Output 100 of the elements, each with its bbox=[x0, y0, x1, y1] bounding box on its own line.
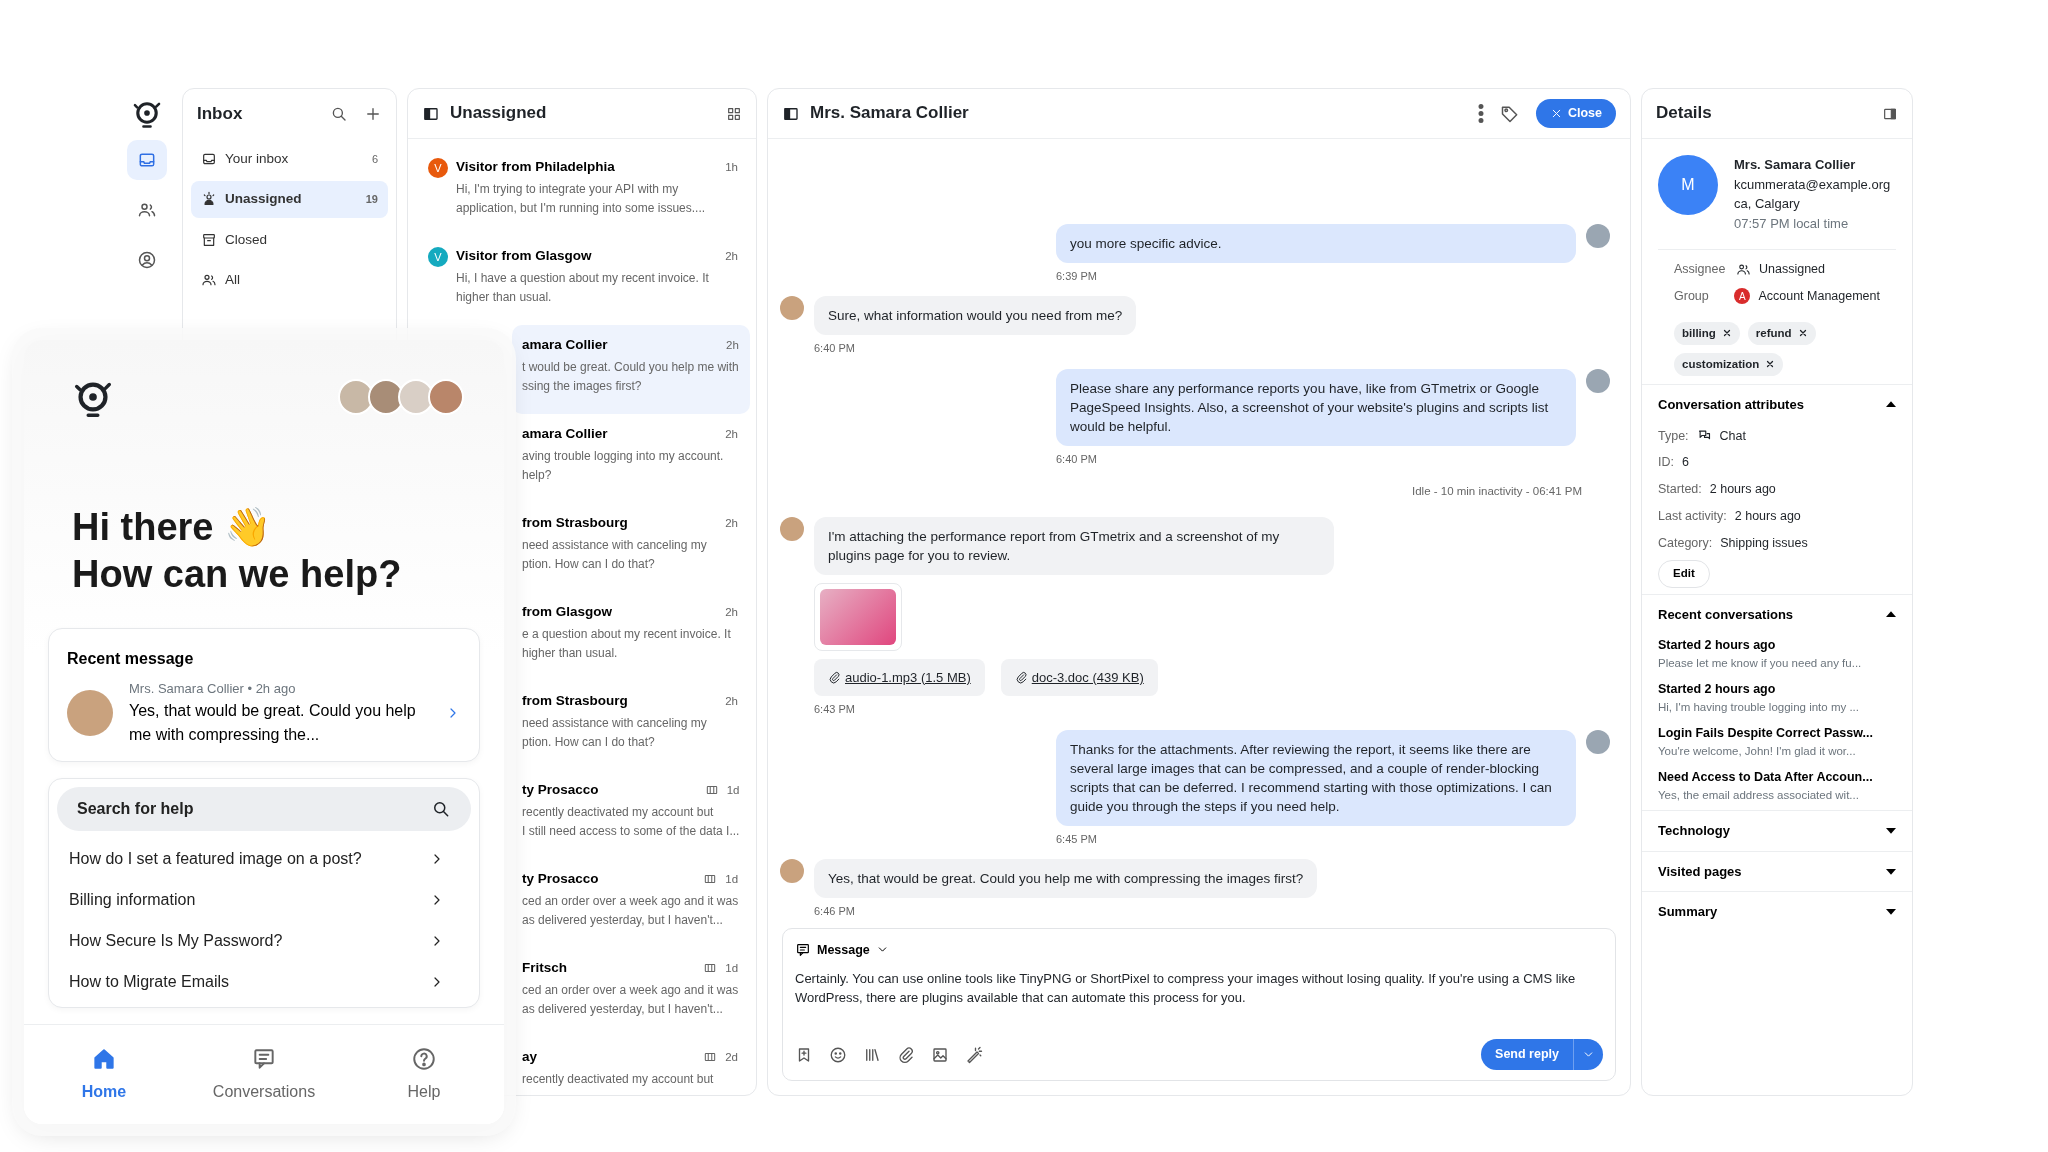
conversation-item[interactable]: V Visitor from Glasgow 2h Hi, I have a question about my recent invoice. It higher than usual. bbox=[414, 236, 750, 325]
conversation-time: 2d bbox=[725, 1049, 738, 1065]
send-options-button[interactable] bbox=[1573, 1039, 1603, 1070]
help-heading: How can we help? bbox=[72, 552, 403, 597]
attribute-label: Last activity: bbox=[1658, 507, 1727, 525]
section-header[interactable]: Visited pages bbox=[1658, 857, 1896, 885]
conversation-item[interactable]: amara Collier 2h t would be great. Could you help me with ssing the images first? bbox=[512, 325, 750, 414]
message-mode-dropdown[interactable]: Message bbox=[795, 938, 889, 962]
message-preview: Hi, I'm trying to integrate your API with my application, but I'm running into some issues.... bbox=[456, 181, 707, 218]
conversation-title: Mrs. Samara Collier bbox=[810, 103, 969, 124]
conversation-item[interactable]: amara Collier 2h aving trouble logging into my account. help? bbox=[512, 414, 750, 503]
chat-icon bbox=[795, 941, 811, 958]
recent-message-card[interactable]: Recent message Mrs. Samara Collier • 2h ago Yes, that would be great. Could you help me with compressing the... bbox=[48, 628, 480, 762]
status-note: Idle - 10 min inactivity - 06:41 PM bbox=[1412, 484, 1582, 500]
message-time: 6:40 PM bbox=[814, 341, 856, 357]
inbox-folder[interactable]: Closed bbox=[191, 221, 388, 258]
send-reply-button[interactable]: Send reply bbox=[1481, 1039, 1573, 1070]
section-header[interactable]: Recent conversations bbox=[1658, 600, 1896, 628]
customer-avatar bbox=[780, 296, 804, 321]
conversation-item[interactable]: ay 2d recently deactivated my account but bbox=[512, 1037, 750, 1095]
contact-avatar: M bbox=[1658, 155, 1718, 215]
widget-tab[interactable]: Home bbox=[24, 1025, 184, 1124]
add-button[interactable] bbox=[364, 105, 382, 123]
tag-chip[interactable]: customization bbox=[1674, 352, 1784, 376]
recent-conversation[interactable]: Started 2 hours ago Please let me know if you need any fu... bbox=[1658, 636, 1896, 672]
conversation-item[interactable]: ty Prosacco 1d ced an order over a week ago and it was as delivered yesterday, but I haven't... bbox=[512, 859, 750, 948]
conversation-item[interactable]: V Visitor from Philadelphia 1h Hi, I'm trying to integrate your API with my application, but I'm running into some issues.... bbox=[414, 147, 750, 236]
contact-name: Mrs. Samara Collier bbox=[1734, 156, 1857, 174]
more-icon bbox=[1477, 104, 1484, 123]
message-preview: need assistance with canceling my ption. How can I do that? bbox=[522, 715, 708, 752]
attribute-value: Shipping issues bbox=[1720, 534, 1808, 552]
recent-conversation[interactable]: Need Access to Data After Accoun... Yes, the email address associated wit... bbox=[1658, 768, 1896, 804]
tag-chip[interactable]: billing bbox=[1674, 321, 1740, 345]
message-preview: t would be great. Could you help me with ssing the images first? bbox=[522, 359, 739, 396]
conversation-item[interactable]: from Strasbourg 2h need assistance with canceling my ption. How can I do that? bbox=[512, 681, 750, 770]
tag-chip[interactable]: refund bbox=[1747, 321, 1816, 345]
conversation-title: Fritsch bbox=[522, 959, 567, 977]
customer-avatar bbox=[780, 516, 804, 541]
help-icon bbox=[411, 1045, 437, 1072]
image-attachment[interactable] bbox=[814, 582, 902, 651]
conversation-title: amara Collier bbox=[522, 425, 608, 443]
panel-title: Details bbox=[1656, 103, 1712, 124]
conversation-item[interactable]: Fritsch 1d ced an order over a week ago and it was as delivered yesterday, but I haven't... bbox=[512, 948, 750, 1037]
layout-button[interactable] bbox=[726, 105, 742, 122]
message-time: 6:39 PM bbox=[1056, 268, 1098, 284]
message-bubble: Please share any performance reports you have, like from GTmetrix or Google PageSpeed Insights. Also, a screenshot of your website's plugins and scripts list would be helpful. bbox=[1056, 368, 1576, 446]
conversation-title: from Strasbourg bbox=[522, 692, 628, 710]
recent-conversation[interactable]: Started 2 hours ago Hi, I'm having trouble logging into my ... bbox=[1658, 680, 1896, 716]
help-article-link[interactable]: How to Migrate Emails bbox=[57, 961, 471, 1003]
help-article-link[interactable]: How do I set a featured image on a post? bbox=[57, 838, 471, 880]
conversation-title: ay bbox=[522, 1048, 538, 1066]
attach-icon[interactable] bbox=[897, 1045, 915, 1064]
archive-icon bbox=[201, 231, 217, 248]
reply-field[interactable]: Certainly. You can use online tools like TinyPNG or ShortPixel to compress your images without losing quality. If you're using a CMS like WordPress, there are plugins available that can automate this process for you. bbox=[795, 969, 1603, 1010]
message-preview: ced an order over a week ago and it was as delivered yesterday, but I haven't... bbox=[522, 982, 739, 1019]
plus-icon bbox=[364, 105, 382, 123]
people-icon bbox=[1736, 261, 1751, 277]
file-attachment[interactable]: audio-1.mp3 (1.5 MB) bbox=[814, 658, 985, 696]
message-bubble: I'm attaching the performance report from GTmetrix and a screenshot of my plugins page for you to review. bbox=[814, 516, 1334, 575]
conversation-time: 1d bbox=[725, 960, 739, 976]
person-icon bbox=[201, 191, 217, 208]
section-header[interactable]: Technology bbox=[1658, 817, 1896, 845]
conversation-item[interactable]: from Glasgow 2h e a question about my recent invoice. It higher than usual. bbox=[512, 592, 750, 681]
inbox-icon bbox=[137, 150, 157, 170]
inbox-folder[interactable]: All bbox=[191, 261, 388, 298]
search-button[interactable] bbox=[330, 105, 348, 123]
conversation-item[interactable]: ty Prosacco 1d recently deactivated my account but I still need access to some of the data I... bbox=[512, 770, 750, 859]
search-field[interactable]: Search for help bbox=[57, 786, 471, 831]
message-time: 6:45 PM bbox=[1056, 831, 1098, 847]
more-button[interactable] bbox=[1477, 104, 1484, 123]
recent-conversation[interactable]: Login Fails Despite Correct Passw... You're welcome, John! I'm glad it wor... bbox=[1658, 724, 1896, 760]
inbox-nav-button[interactable] bbox=[127, 140, 167, 180]
card-title: Recent message bbox=[67, 649, 195, 669]
section-header[interactable]: Summary bbox=[1658, 898, 1896, 926]
attribute-label: ID: bbox=[1658, 454, 1674, 472]
field-label: Assignee bbox=[1674, 261, 1727, 278]
conversation-time: 2h bbox=[725, 248, 738, 264]
attribute-value: Chat bbox=[1719, 427, 1746, 445]
customer-avatar bbox=[780, 859, 804, 883]
widget-tab[interactable]: Help bbox=[344, 1025, 504, 1124]
inbox-folder[interactable]: Your inbox 6 bbox=[191, 141, 388, 178]
group-badge: A bbox=[1734, 288, 1751, 305]
conversation-time: 1h bbox=[725, 159, 738, 175]
attribute-value: 2 hours ago bbox=[1734, 507, 1801, 525]
file-attachment[interactable]: doc-3.doc (439 KB) bbox=[1000, 658, 1158, 696]
contact-email: kcummerata@example.org bbox=[1734, 175, 1891, 194]
message-time: 6:43 PM bbox=[814, 702, 856, 717]
conversation-item[interactable]: from Strasbourg 2h need assistance with canceling my ption. How can I do that? bbox=[512, 503, 750, 592]
message-preview: aving trouble logging into my account. help? bbox=[522, 448, 725, 485]
help-article-link[interactable]: Billing information bbox=[57, 879, 471, 921]
message-preview: Hi, I have a question about my recent invoice. It higher than usual. bbox=[456, 270, 710, 307]
greeting-heading: Hi there 👋 bbox=[72, 505, 273, 550]
widget-tab[interactable]: Conversations bbox=[184, 1025, 344, 1124]
edit-button[interactable]: Edit bbox=[1658, 560, 1710, 588]
section-header[interactable]: Conversation attributes bbox=[1658, 391, 1896, 419]
inbox-folder[interactable]: Unassigned 19 bbox=[191, 181, 388, 218]
close-button[interactable]: Close bbox=[1535, 99, 1616, 128]
local-time: 07:57 PM local time bbox=[1734, 214, 1850, 233]
help-article-link[interactable]: How Secure Is My Password? bbox=[57, 920, 471, 962]
close-icon bbox=[1721, 328, 1732, 339]
